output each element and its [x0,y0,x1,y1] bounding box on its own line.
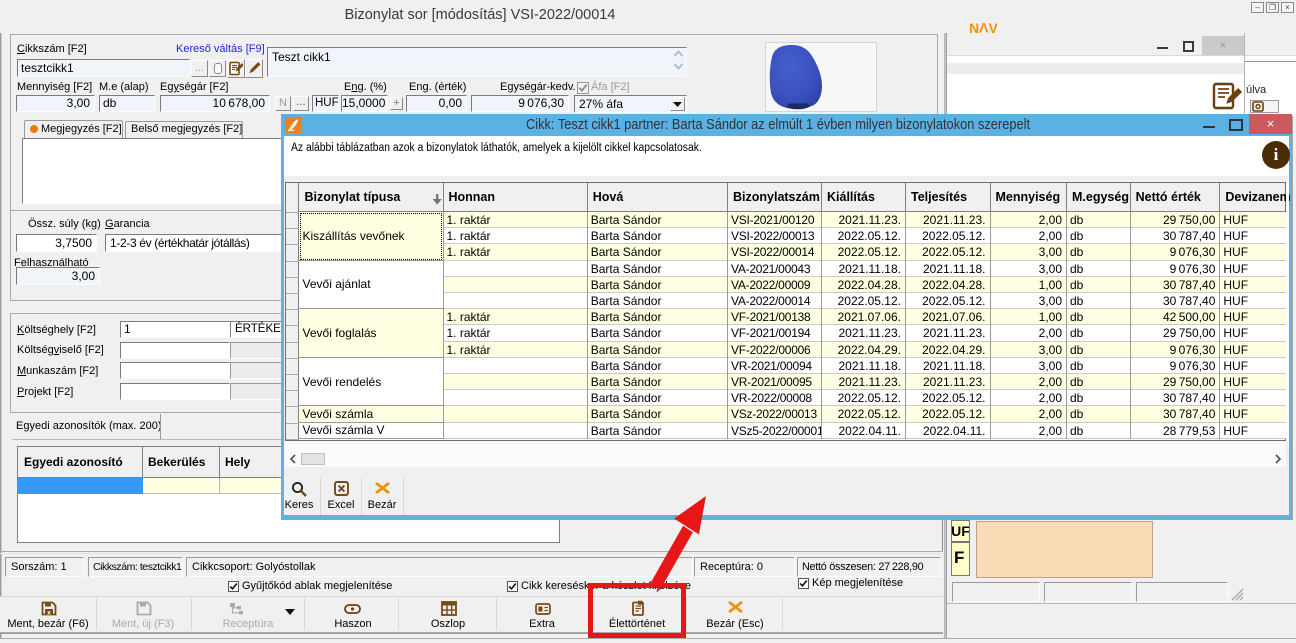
svg-text:x: x [47,609,51,616]
